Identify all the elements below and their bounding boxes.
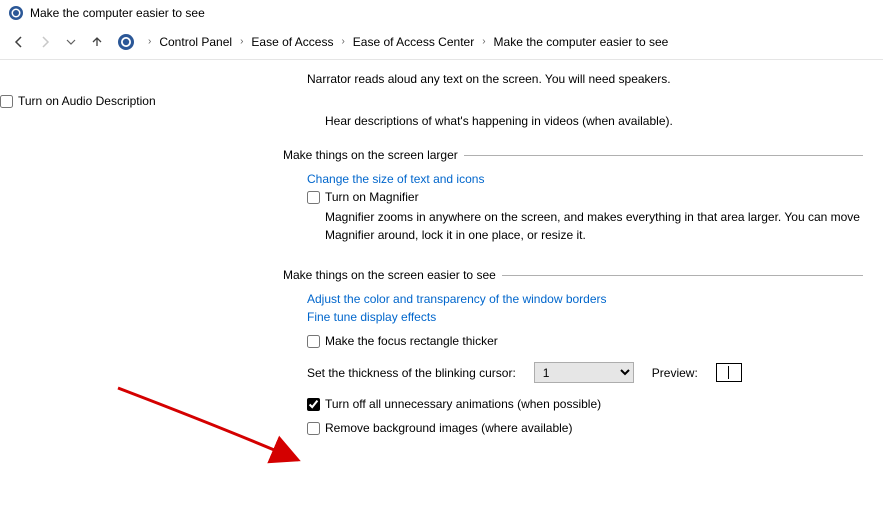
breadcrumb-control-panel[interactable]: Control Panel [157,35,234,49]
breadcrumb-current[interactable]: Make the computer easier to see [492,35,671,49]
up-button[interactable] [88,33,106,51]
focus-rect-label: Make the focus rectangle thicker [325,334,498,348]
link-change-text-icons[interactable]: Change the size of text and icons [307,172,863,186]
section-easier: Make things on the screen easier to see … [283,268,863,439]
narrator-description: Narrator reads aloud any text on the scr… [307,70,867,88]
magnifier-checkbox[interactable] [307,191,320,204]
chevron-right-icon[interactable]: › [335,36,350,47]
chevron-right-icon[interactable]: › [234,36,249,47]
window-title: Make the computer easier to see [30,6,205,20]
link-window-borders[interactable]: Adjust the color and transparency of the… [307,292,863,306]
breadcrumb-ease-of-access[interactable]: Ease of Access [249,35,335,49]
recent-locations-dropdown[interactable] [62,33,80,51]
breadcrumb: › Control Panel › Ease of Access › Ease … [142,35,670,49]
section-easier-legend: Make things on the screen easier to see [283,268,502,282]
magnifier-label: Turn on Magnifier [325,190,419,204]
audio-description-row: Turn on Audio Description [0,94,883,108]
chevron-right-icon[interactable]: › [142,36,157,47]
animations-label: Turn off all unnecessary animations (whe… [325,397,601,411]
back-button[interactable] [10,33,28,51]
link-display-effects[interactable]: Fine tune display effects [307,310,863,324]
audio-description-checkbox[interactable] [0,95,13,108]
navbar: › Control Panel › Ease of Access › Ease … [0,26,883,60]
content-pane: Narrator reads aloud any text on the scr… [0,60,883,439]
ease-of-access-icon [8,5,24,21]
magnifier-help: Magnifier zooms in anywhere on the scree… [325,208,863,244]
audio-description-label: Turn on Audio Description [18,94,156,108]
bg-images-checkbox[interactable] [307,422,320,435]
section-larger: Make things on the screen larger Change … [283,148,863,250]
cursor-preview [716,363,742,382]
cursor-caret-icon [728,366,729,379]
section-larger-legend: Make things on the screen larger [283,148,464,162]
animations-checkbox[interactable] [307,398,320,411]
focus-rect-checkbox[interactable] [307,335,320,348]
preview-label: Preview: [652,366,698,380]
breadcrumb-ease-of-access-center[interactable]: Ease of Access Center [351,35,476,49]
chevron-right-icon[interactable]: › [476,36,491,47]
magnifier-row: Turn on Magnifier [307,190,863,204]
cursor-thickness-row: Set the thickness of the blinking cursor… [307,362,863,383]
titlebar: Make the computer easier to see [0,0,883,26]
animations-row: Turn off all unnecessary animations (whe… [307,397,863,411]
bg-images-row: Remove background images (where availabl… [307,421,863,435]
bg-images-label: Remove background images (where availabl… [325,421,572,435]
forward-button[interactable] [36,33,54,51]
cursor-thickness-select[interactable]: 1 [534,362,634,383]
focus-rect-row: Make the focus rectangle thicker [307,334,863,348]
audio-description-help: Hear descriptions of what's happening in… [325,112,883,130]
address-bar-icon[interactable] [116,32,136,52]
cursor-thickness-label: Set the thickness of the blinking cursor… [307,366,516,380]
